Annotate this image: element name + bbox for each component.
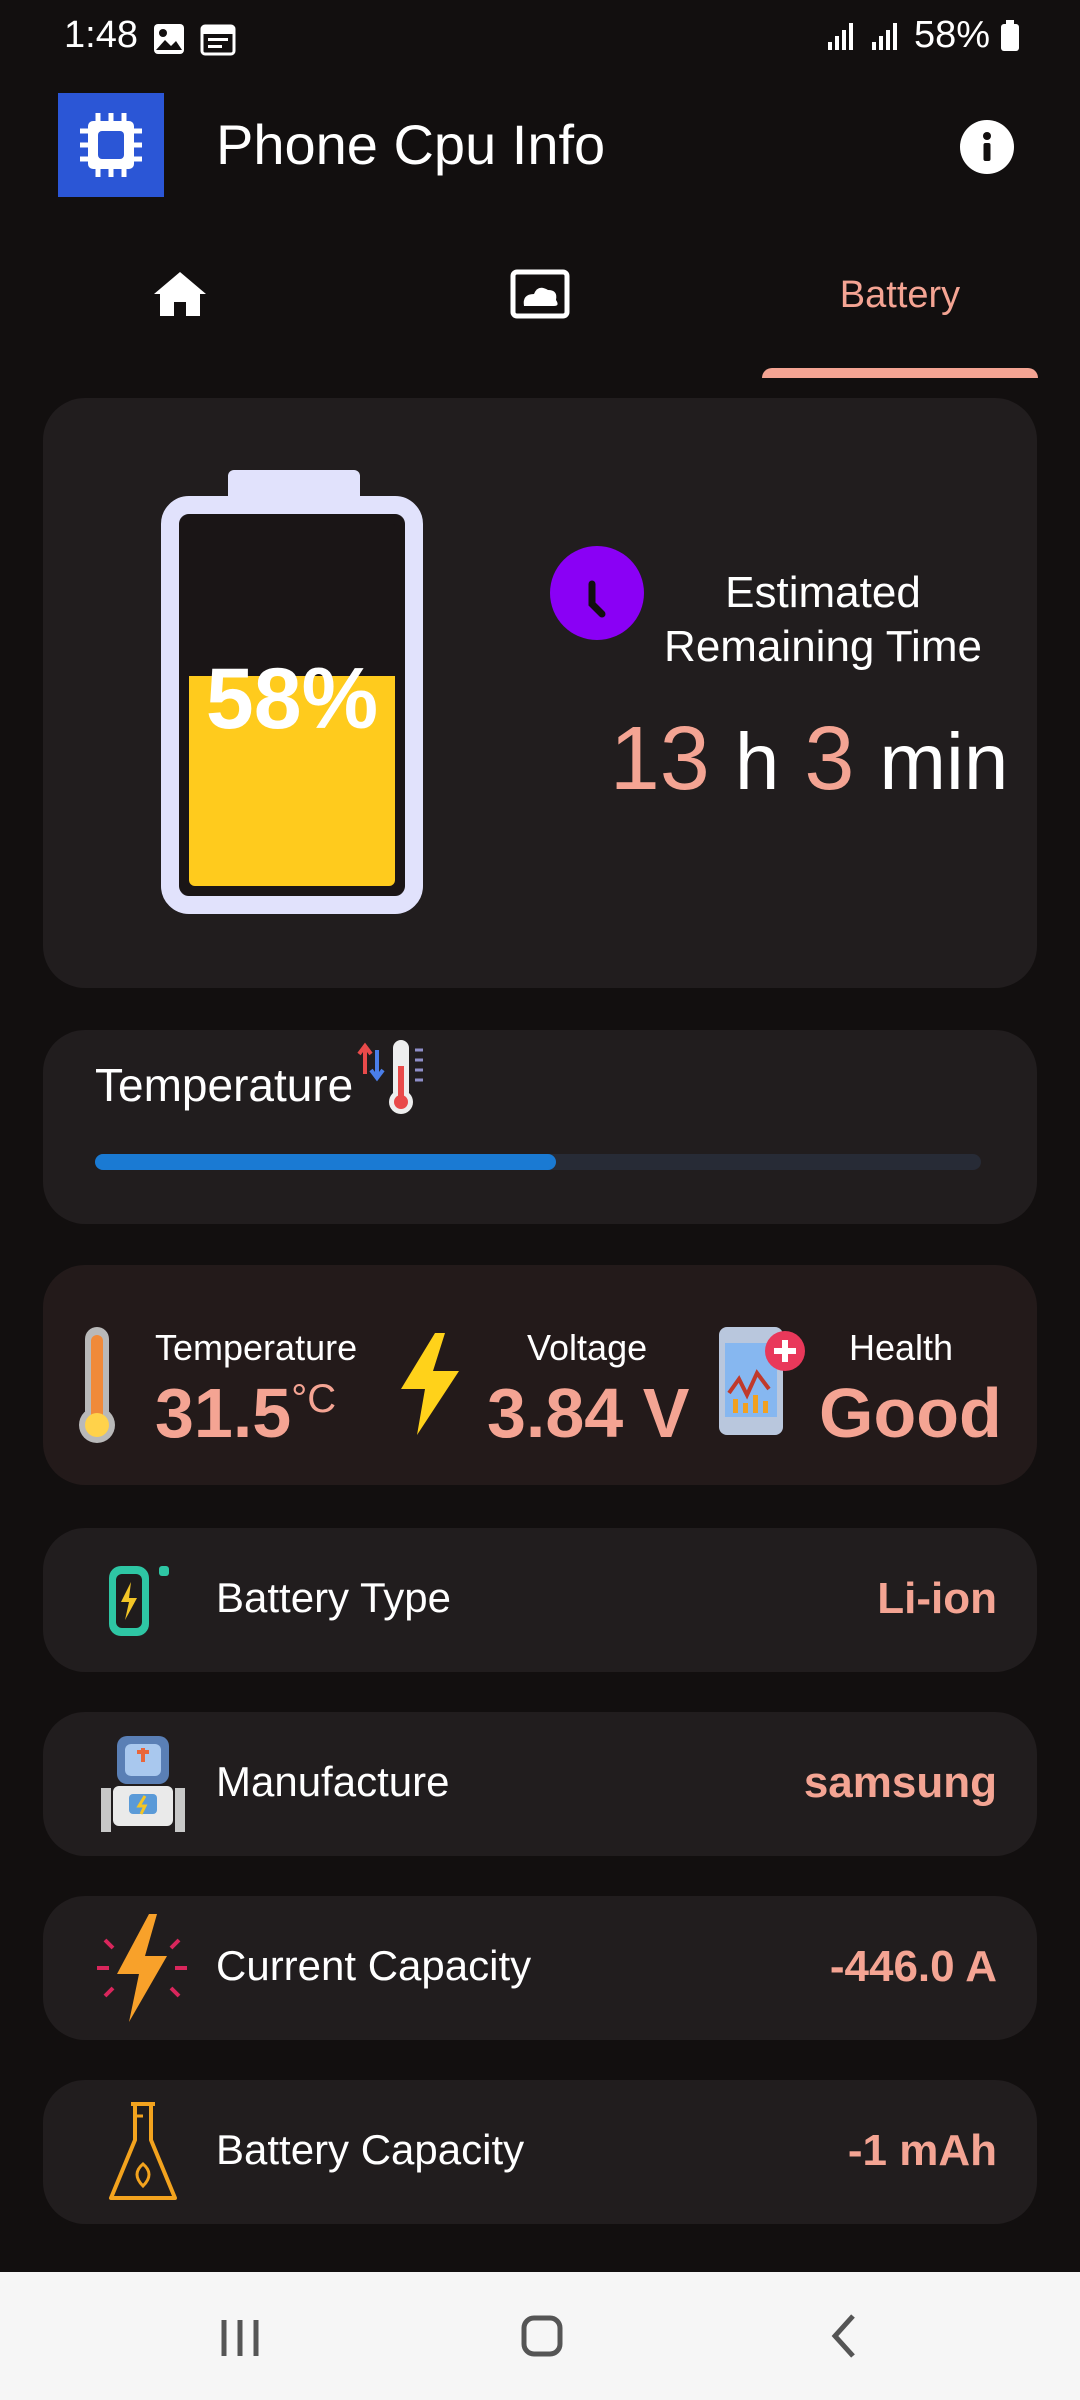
stat-health-value: Good [819,1374,1002,1452]
temperature-bar-label: Temperature [95,1059,354,1111]
eta-minutes-unit: min [879,717,1009,806]
status-battery-text: 58% [913,14,990,56]
manufacture-label: Manufacture [216,1758,450,1805]
battery-status-icon [1001,19,1019,51]
eta-label: Estimated Remaining Time [663,566,983,674]
clock-icon [550,546,644,640]
tab-battery[interactable]: Battery [762,250,1038,380]
battery-capacity-row: Battery Capacity -1 mAh [43,2080,1037,2224]
robot-icon [101,1736,185,1832]
calendar-notification-icon [200,24,236,56]
back-icon[interactable] [795,2296,895,2376]
home-nav-icon[interactable] [492,2296,592,2376]
status-bar: 1:48 58% [0,0,1080,80]
stat-temperature-unit: °C [291,1377,337,1421]
eta-hours: 13 [609,709,710,809]
stat-temperature-label: Temperature [155,1327,358,1368]
phone-health-icon [719,1327,805,1435]
temperature-bar-card: Temperature [43,1030,1037,1224]
stat-temperature-value: 31.5°C [155,1373,336,1453]
info-icon [983,132,991,161]
gallery-notification-icon [154,24,184,54]
lightning-bolt-icon [401,1333,459,1435]
battery-charging-icon [109,1566,169,1636]
home-icon [154,272,206,316]
eta-label-line2: Remaining Time [664,622,982,671]
thermometer-icon [79,1327,115,1443]
stat-temperature-number: 31.5 [155,1374,292,1452]
cloud-image-icon [510,269,570,319]
temperature-progress-fill [95,1154,556,1170]
recent-apps-icon[interactable] [190,2296,290,2376]
current-capacity-row: Current Capacity -446.0 A [43,1896,1037,2040]
battery-capacity-label: Battery Capacity [216,2126,525,2173]
tab-indicator [762,368,1038,378]
lightning-icon [97,1914,187,2022]
battery-percent: 58% [205,651,379,747]
signal-icon-2 [871,22,897,50]
manufacture-value: samsung [803,1758,997,1807]
flask-icon [109,2102,177,2200]
status-right: 58% [826,14,1020,57]
cpu-chip-icon [80,113,142,177]
tab-home[interactable] [120,250,240,380]
current-capacity-label: Current Capacity [216,1942,532,1989]
system-navigation-bar [0,2272,1080,2400]
temperature-progress-bar [95,1154,981,1170]
stat-voltage-value: 3.84 V [487,1374,690,1452]
battery-type-label: Battery Type [216,1574,452,1621]
status-time: 1:48 [64,14,138,56]
battery-stats-card: Temperature 31.5°C Voltage 3.84 V Health… [43,1265,1037,1485]
eta-value: 13 h 3 min [599,708,1019,811]
stat-health-label: Health [849,1327,954,1368]
thermometer-arrows-icon [357,1040,423,1114]
info-button[interactable] [960,120,1014,174]
battery-type-value: Li-ion [877,1574,997,1623]
battery-capacity-value: -1 mAh [847,2126,997,2175]
eta-hours-unit: h [734,717,780,806]
eta-minutes: 3 [804,709,855,809]
app-logo [58,93,164,197]
app-title: Phone Cpu Info [216,113,606,176]
stat-voltage-label: Voltage [527,1327,648,1368]
eta-label-line1: Estimated [725,568,921,617]
signal-icon [827,22,853,50]
tab-cloud[interactable] [480,250,600,380]
battery-overview-card: 58% Estimated Remaining Time 13 h 3 min [43,398,1037,988]
battery-type-row: Battery Type Li-ion [43,1528,1037,1672]
manufacture-row: Manufacture samsung [43,1712,1037,1856]
tab-battery-label: Battery [839,274,961,316]
current-capacity-value: -446.0 A [829,1942,997,1991]
